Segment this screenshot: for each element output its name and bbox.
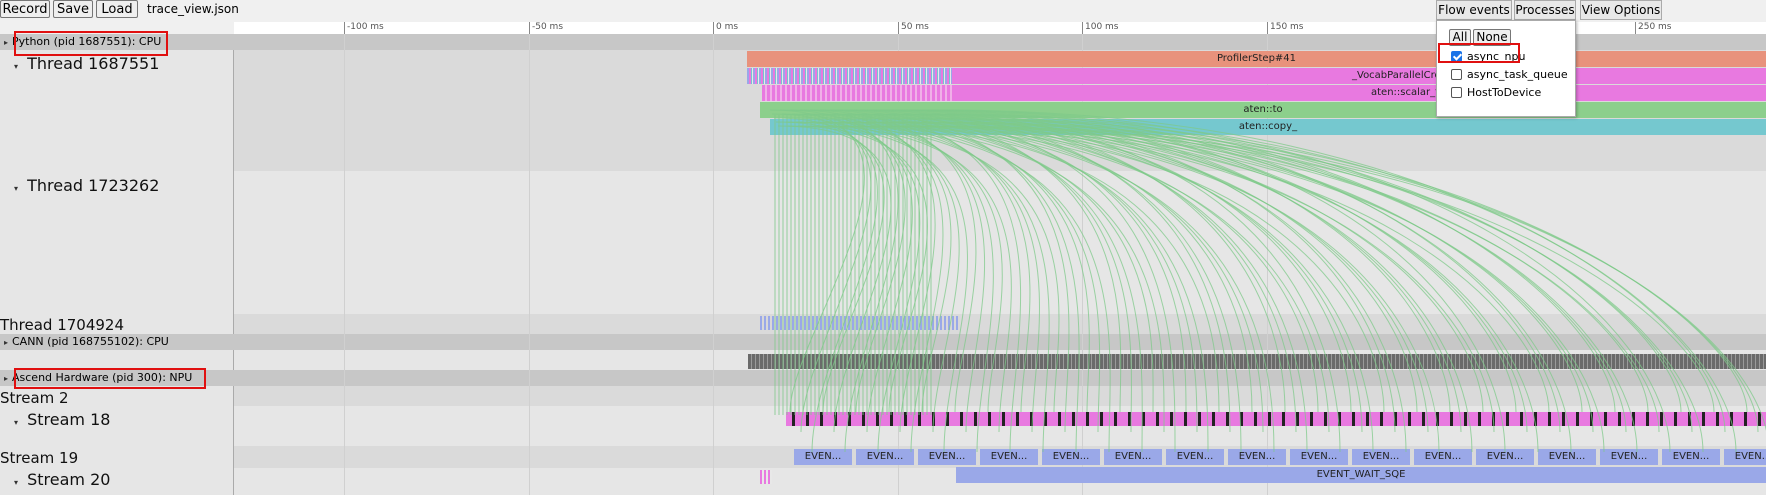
flow-option-async-task-queue[interactable]: async_task_queue [1451,67,1568,83]
checkbox-icon[interactable] [1451,69,1462,80]
flow-arrow-line [851,113,1242,453]
flow-arrow-line [947,125,1766,432]
flow-events-panel: All None async_npu async_task_queue Host… [1436,20,1576,117]
flow-arrow-line [875,121,1374,453]
tab-processes[interactable]: Processes [1514,0,1576,20]
checkbox-checked-icon[interactable] [1451,51,1462,62]
flow-none-button[interactable]: None [1473,29,1511,46]
flow-option-host-to-device[interactable]: HostToDevice [1451,85,1541,101]
flow-arrow-line [941,113,1737,453]
flow-option-label: async_task_queue [1467,68,1568,81]
flow-arrow-line [855,121,1264,433]
checkbox-icon[interactable] [1451,87,1462,98]
flow-arrow-line [835,121,1154,413]
flow-option-label: HostToDevice [1467,86,1542,99]
tab-view-options[interactable]: View Options [1580,0,1662,20]
flow-arrow-line [769,109,865,413]
flow-arrow-line [909,109,1561,433]
tab-flow-events[interactable]: Flow events [1436,0,1512,20]
flow-arrow-line [913,117,1583,413]
flow-arrow-line [921,113,1627,433]
flow-all-button[interactable]: All [1449,29,1471,46]
flow-arrow-line [873,117,1363,433]
flow-arrow-line [775,121,885,413]
flow-arrow-line [773,117,878,453]
flow-option-label: async_npu [1467,50,1526,63]
flow-option-async-npu[interactable]: async_npu [1451,49,1525,65]
